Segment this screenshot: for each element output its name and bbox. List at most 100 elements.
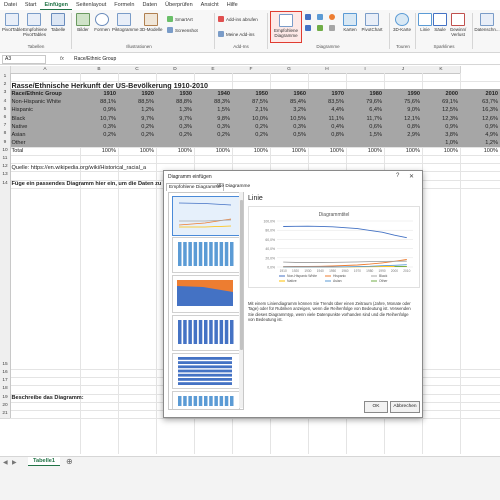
table-cell[interactable]: 4,9% [460,131,498,139]
instruction-text[interactable]: Füge ein passendes Diagramm hier ein, um… [12,180,162,188]
table-cell[interactable]: 2,9% [384,131,420,139]
menu-item-ansicht[interactable]: Ansicht [197,0,223,10]
slicer-button[interactable]: Datenschn... [474,13,500,32]
table-cell[interactable]: 9,0% [384,106,420,114]
table-button[interactable]: Tabelle [48,13,68,32]
menu-item-einf-gen[interactable]: Einfügen [40,1,72,10]
table-cell[interactable]: 0,2% [80,131,116,139]
table-cell[interactable]: 0,9% [80,106,116,114]
recommended-charts-button[interactable]: Empfohlene Diagramme [270,11,302,43]
chart-thumbnail[interactable] [172,353,240,389]
total-cell[interactable]: 100% [194,147,230,155]
table-cell[interactable]: Black [12,115,26,123]
column-header[interactable]: D [156,66,195,74]
table-header-cell[interactable]: 1970 [308,90,344,98]
column-header[interactable]: H [308,66,347,74]
table-header-cell[interactable]: Race/Ethnic Group [12,90,62,98]
table-cell[interactable]: 9,7% [156,115,192,123]
table-cell[interactable]: 0,8% [384,123,420,131]
3d-map-button[interactable]: 3D-Karte [392,13,412,32]
table-cell[interactable]: 0,2% [232,131,268,139]
thumbnail-scrollbar[interactable] [239,192,243,408]
recommended-pivottables-button[interactable]: Empfohlene PivotTables [23,13,47,37]
table-cell[interactable]: 0,9% [460,123,498,131]
table-cell[interactable]: 10,5% [270,115,306,123]
column-header[interactable]: J [384,66,423,74]
menu-item-seitenlayout[interactable]: Seitenlayout [72,0,110,10]
table-header-cell[interactable]: 1980 [346,90,382,98]
pivotchart-button[interactable]: PivotChart [360,13,384,32]
table-cell[interactable]: 1,2% [118,106,154,114]
table-cell[interactable]: Asian [12,131,26,139]
table-cell[interactable]: 12,5% [422,106,458,114]
table-header-cell[interactable]: 2010 [460,90,498,98]
scrollbar-thumb[interactable] [239,200,243,350]
ok-button[interactable]: OK [364,401,388,413]
sparkline-line-button[interactable]: Linie [418,13,432,32]
table-cell[interactable]: 0,2% [232,123,268,131]
table-cell[interactable]: 83,5% [308,98,344,106]
table-header-cell[interactable]: 1930 [156,90,192,98]
table-cell[interactable]: 0,2% [194,131,230,139]
table-cell[interactable]: 1,3% [156,106,192,114]
column-header[interactable]: K [422,66,461,74]
table-cell[interactable]: 79,6% [346,98,382,106]
table-cell[interactable]: 69,1% [422,98,458,106]
column-header[interactable]: I [346,66,385,74]
line-chart-button[interactable] [317,14,323,20]
table-cell[interactable]: Hispanic [12,106,33,114]
sheet-title[interactable]: Rasse/Ethnische Herkunft der US-Bevölker… [12,81,209,90]
chart-thumbnail[interactable] [172,391,240,409]
smartart-button[interactable]: SmartArt [167,16,193,22]
table-cell[interactable]: 0,3% [194,123,230,131]
chart-thumbnail-list[interactable] [168,192,244,410]
table-header-cell[interactable]: 1950 [232,90,268,98]
total-cell[interactable]: 100% [460,147,498,155]
table-cell[interactable]: 88,5% [118,98,154,106]
describe-text[interactable]: Beschreibe das Diagramm: [12,394,84,402]
table-cell[interactable]: 0,3% [156,123,192,131]
sheet-nav-right-icon[interactable]: ▶ [12,459,17,466]
maps-button[interactable]: Karten [341,13,359,32]
column-header[interactable]: F [232,66,271,74]
total-cell[interactable]: 100% [308,147,344,155]
icons-button[interactable]: Piktogramme [112,13,139,32]
pie-chart-button[interactable] [329,14,335,20]
total-cell[interactable]: 100% [346,147,382,155]
table-cell[interactable]: 11,7% [346,115,382,123]
table-cell[interactable]: 0,3% [270,123,306,131]
chart-thumbnail[interactable] [172,237,240,273]
my-addins-button[interactable]: Meine Add-ins [218,31,255,37]
menu-item-hilfe[interactable]: Hilfe [223,0,242,10]
cancel-button[interactable]: Abbrechen [390,401,420,413]
column-chart-button[interactable] [305,14,311,20]
table-header-cell[interactable]: 1920 [118,90,154,98]
table-cell[interactable]: 2,1% [232,106,268,114]
close-icon[interactable]: ✕ [409,173,414,180]
table-cell[interactable]: 12,1% [384,115,420,123]
column-header[interactable]: A [10,66,81,74]
table-cell[interactable]: 87,5% [232,98,268,106]
chart-thumbnail[interactable] [172,196,240,236]
3d-models-button[interactable]: 3D-Modelle [137,13,165,32]
table-cell[interactable]: 75,6% [384,98,420,106]
table-cell[interactable]: 16,3% [460,106,498,114]
table-cell[interactable]: 1,5% [194,106,230,114]
shapes-button[interactable]: Formen [93,13,111,32]
column-header[interactable]: G [270,66,309,74]
table-cell[interactable]: 10,7% [80,115,116,123]
table-cell[interactable]: 0,2% [118,123,154,131]
menu-item-start[interactable]: Start [21,0,41,10]
table-cell[interactable]: Native [12,123,28,131]
table-cell[interactable]: 88,1% [80,98,116,106]
formula-input[interactable]: Race/Ethnic Group [74,55,116,63]
table-header-cell[interactable]: 1990 [384,90,420,98]
fx-icon[interactable]: fx [60,55,64,63]
table-cell[interactable]: 12,3% [422,115,458,123]
table-cell[interactable]: 0,2% [156,131,192,139]
add-sheet-icon[interactable]: ⊕ [66,457,73,466]
total-cell[interactable]: 100% [156,147,192,155]
bar-chart-button[interactable] [305,25,311,31]
tab-all-charts[interactable]: Alle Diagramme [214,183,252,190]
name-box[interactable]: A3 [2,55,46,64]
